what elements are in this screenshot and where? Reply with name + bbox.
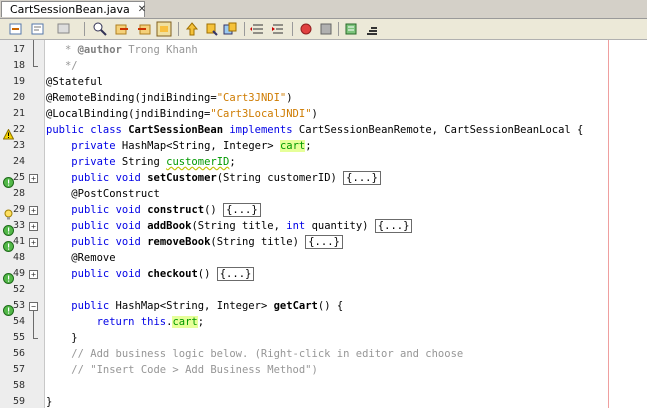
- code-line[interactable]: public class CartSessionBean implements …: [46, 122, 583, 138]
- line-number: 19: [12, 76, 25, 87]
- toggle-bookmark-icon[interactable]: [222, 21, 238, 37]
- find-icon[interactable]: [56, 21, 72, 37]
- find-next-icon[interactable]: [136, 21, 152, 37]
- stop-macro-icon[interactable]: [318, 21, 334, 37]
- code-line[interactable]: @Remove: [46, 250, 115, 266]
- code-line[interactable]: @PostConstruct: [46, 186, 160, 202]
- line-number: 59: [12, 396, 25, 407]
- code-line[interactable]: public void removeBook(String title) {..…: [46, 234, 343, 250]
- toggle-highlight-icon[interactable]: [156, 21, 172, 37]
- uncomment-icon[interactable]: [364, 21, 380, 37]
- expand-fold-icon[interactable]: +: [29, 206, 38, 215]
- code-line[interactable]: @RemoteBinding(jndiBinding="Cart3JNDI"): [46, 90, 293, 106]
- code-line[interactable]: public HashMap<String, Integer> getCart(…: [46, 298, 343, 314]
- shift-left-icon[interactable]: [250, 21, 266, 37]
- shift-right-icon[interactable]: [270, 21, 286, 37]
- code-line[interactable]: @Stateful: [46, 74, 103, 90]
- code-line[interactable]: }: [46, 330, 77, 346]
- line-number: 55: [12, 332, 25, 343]
- record-macro-icon[interactable]: [298, 21, 314, 37]
- close-tab-icon[interactable]: ✕: [138, 4, 146, 15]
- line-number: 20: [12, 92, 25, 103]
- editor-tab-bar: CartSessionBean.java ✕: [0, 0, 647, 19]
- collapsed-block[interactable]: {...}: [223, 203, 261, 217]
- editor-tab[interactable]: CartSessionBean.java ✕: [1, 1, 146, 17]
- line-number: 18: [12, 60, 25, 71]
- history-icon[interactable]: [30, 21, 46, 37]
- code-line[interactable]: // "Insert Code > Add Business Method"): [46, 362, 318, 378]
- collapsed-block[interactable]: {...}: [374, 219, 413, 233]
- prev-bookmark-icon[interactable]: [184, 21, 200, 37]
- back-icon[interactable]: [8, 21, 24, 37]
- code-line[interactable]: public void addBook(String title, int qu…: [46, 218, 413, 234]
- code-line[interactable]: // Add business logic below. (Right-clic…: [46, 346, 463, 362]
- code-line[interactable]: * @author Trong Khanh: [46, 42, 198, 58]
- line-number: 58: [12, 380, 25, 391]
- line-number: 48: [12, 252, 25, 263]
- implements-method-icon[interactable]: [3, 173, 14, 188]
- code-line[interactable]: */: [46, 58, 78, 74]
- find-prev-icon[interactable]: [114, 21, 130, 37]
- editor-toolbar: [0, 19, 647, 40]
- line-number: 57: [12, 364, 25, 375]
- collapsed-block[interactable]: {...}: [216, 267, 255, 281]
- collapse-fold-icon[interactable]: −: [29, 302, 38, 311]
- implements-method-icon[interactable]: [3, 221, 14, 236]
- collapsed-block[interactable]: {...}: [343, 171, 381, 185]
- code-line[interactable]: public void setCustomer(String customerI…: [46, 170, 381, 186]
- find-selection-icon[interactable]: [92, 21, 108, 37]
- line-number: 24: [12, 156, 25, 167]
- line-number: 54: [12, 316, 25, 327]
- code-line[interactable]: public void construct() {...}: [46, 202, 261, 218]
- line-number: 52: [12, 284, 25, 295]
- hint-bulb-icon[interactable]: [3, 205, 14, 220]
- code-line[interactable]: private String customerID;: [46, 154, 235, 170]
- expand-fold-icon[interactable]: +: [29, 238, 38, 247]
- comment-icon[interactable]: [344, 21, 360, 37]
- implements-method-icon[interactable]: [3, 237, 14, 252]
- tab-filename: CartSessionBean.java: [10, 3, 130, 16]
- line-number: 17: [12, 44, 25, 55]
- line-number: 21: [12, 108, 25, 119]
- code-line[interactable]: return this.cart;: [46, 314, 204, 330]
- line-number: 56: [12, 348, 25, 359]
- expand-fold-icon[interactable]: +: [29, 270, 38, 279]
- line-number: 28: [12, 188, 25, 199]
- code-line[interactable]: private HashMap<String, Integer> cart;: [46, 138, 312, 154]
- right-margin-line: [608, 40, 609, 408]
- implements-method-icon[interactable]: [3, 269, 14, 284]
- expand-fold-icon[interactable]: +: [29, 222, 38, 231]
- next-bookmark-icon[interactable]: [204, 21, 220, 37]
- code-line[interactable]: @LocalBinding(jndiBinding="Cart3LocalJND…: [46, 106, 318, 122]
- warning-icon[interactable]: [2, 125, 15, 140]
- expand-fold-icon[interactable]: +: [29, 174, 38, 183]
- implements-method-icon[interactable]: [3, 301, 14, 316]
- code-line[interactable]: public void checkout() {...}: [46, 266, 255, 282]
- line-number: 23: [12, 140, 25, 151]
- collapsed-block[interactable]: {...}: [305, 235, 343, 249]
